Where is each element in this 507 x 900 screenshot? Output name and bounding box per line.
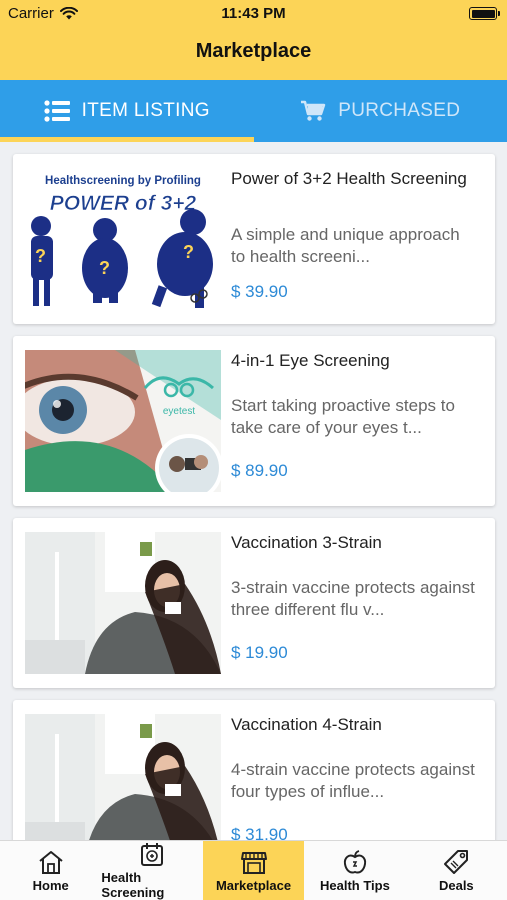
- bottom-tab-bar: Home Health Screening Marketplace Health…: [0, 840, 507, 900]
- item-title: Power of 3+2 Health Screening: [231, 169, 467, 188]
- segment-tabs: ITEM LISTING PURCHASED: [0, 80, 507, 142]
- status-bar: Carrier 11:43 PM: [0, 0, 507, 28]
- tabbar-home-label: Home: [32, 877, 69, 893]
- tab-purchased[interactable]: PURCHASED: [254, 80, 507, 142]
- tabbar-home[interactable]: Home: [0, 841, 101, 900]
- list-item[interactable]: eyetest 4-in-1 Eye Screening Start takin…: [13, 336, 495, 506]
- question-mark: ?: [183, 242, 194, 262]
- question-mark: ?: [99, 258, 110, 278]
- apple-icon: [343, 849, 367, 873]
- list-icon: [44, 100, 70, 122]
- store-icon: [240, 851, 267, 874]
- item-price: $ 39.90: [231, 282, 288, 301]
- vaccination-image: [25, 532, 221, 674]
- image-caption-top: Healthscreening by Profiling: [45, 175, 201, 187]
- tabbar-deals-label: Deals: [438, 877, 474, 893]
- cart-icon: [301, 100, 326, 121]
- item-description: A simple and unique approach to health s…: [231, 225, 460, 266]
- tab-purchased-label: PURCHASED: [338, 100, 461, 121]
- list-item[interactable]: Vaccination 4-Strain 4-strain vaccine pr…: [13, 700, 495, 840]
- tab-item-listing[interactable]: ITEM LISTING: [0, 80, 254, 142]
- tab-item-listing-label: ITEM LISTING: [81, 100, 210, 121]
- tabbar-health-screening-label: Health Screening: [101, 870, 165, 900]
- item-price: $ 31.90: [231, 825, 288, 840]
- question-mark: ?: [35, 246, 46, 266]
- item-description: 3-strain vaccine protects against three …: [231, 578, 475, 619]
- item-description: 4-strain vaccine protects against four t…: [231, 760, 475, 801]
- item-price: $ 19.90: [231, 643, 288, 662]
- item-title: Vaccination 4-Strain: [231, 715, 382, 734]
- tabbar-marketplace-label: Marketplace: [215, 877, 292, 893]
- tag-icon: [444, 849, 469, 874]
- battery-icon: [469, 7, 500, 20]
- item-price: $ 89.90: [231, 461, 288, 480]
- page-title: Marketplace: [195, 40, 312, 62]
- clock: 11:43 PM: [221, 5, 286, 22]
- tabbar-deals[interactable]: Deals: [406, 841, 507, 900]
- item-description: Start taking proactive steps to take car…: [231, 396, 455, 437]
- tabbar-health-screening[interactable]: Health Screening: [101, 841, 202, 900]
- eyetest-logo-text: eyetest: [163, 406, 195, 417]
- tabbar-marketplace[interactable]: Marketplace: [202, 841, 305, 900]
- tabbar-health-tips-label: Health Tips: [320, 877, 390, 893]
- item-title: 4-in-1 Eye Screening: [231, 351, 390, 370]
- tabbar-health-tips[interactable]: Health Tips: [304, 841, 405, 900]
- image-caption-power: POWER of 3+2: [50, 192, 197, 215]
- item-title: Vaccination 3-Strain: [231, 533, 382, 552]
- home-icon: [39, 850, 63, 874]
- eye-screening-image: eyetest: [25, 350, 221, 492]
- vaccination-image: [25, 714, 221, 840]
- health-screening-image: Healthscreening by Profiling POWER of 3+…: [25, 168, 221, 310]
- top-bar: Carrier 11:43 PM Marketplace: [0, 0, 507, 80]
- list-item[interactable]: Vaccination 3-Strain 3-strain vaccine pr…: [13, 518, 495, 688]
- list-item[interactable]: Healthscreening by Profiling POWER of 3+…: [13, 154, 495, 324]
- calendar-health-icon: [141, 843, 164, 866]
- item-list[interactable]: Healthscreening by Profiling POWER of 3+…: [0, 142, 507, 840]
